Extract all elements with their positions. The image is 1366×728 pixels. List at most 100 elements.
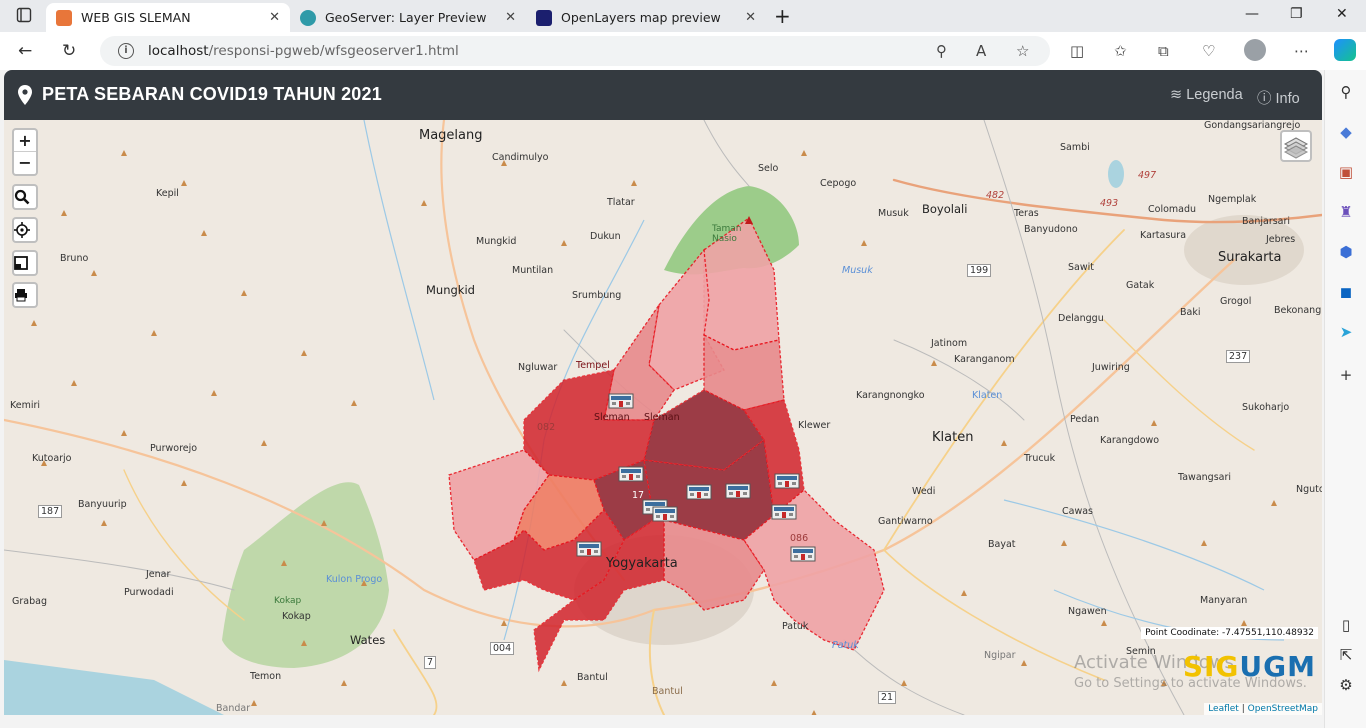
minimap-button[interactable]: [12, 250, 38, 276]
search-icon[interactable]: ⚲: [1336, 82, 1356, 102]
url-field[interactable]: localhost/responsi-pgweb/wfsgeoserver1.h…: [100, 36, 1050, 66]
browser-essentials-icon[interactable]: ♡: [1202, 42, 1215, 60]
tab-favicon-icon: [56, 9, 72, 26]
split-screen-icon[interactable]: ◫: [1070, 42, 1084, 60]
tools-icon[interactable]: ▣: [1336, 162, 1356, 182]
place-label: Ngawen: [1068, 606, 1107, 617]
close-tab-icon[interactable]: ✕: [745, 10, 756, 25]
navbar: PETA SEBARAN COVID19 TAHUN 2021 ≋ Legend…: [4, 70, 1322, 120]
telegram-icon[interactable]: ➤: [1336, 322, 1356, 342]
place-label: Muntilan: [512, 265, 554, 276]
favorite-icon[interactable]: ☆: [1016, 42, 1029, 60]
favorites-icon[interactable]: ✩: [1114, 42, 1127, 60]
legend-link[interactable]: ≋ Legenda: [1170, 87, 1243, 103]
road-number: 7: [424, 656, 437, 669]
profile-avatar[interactable]: [1244, 39, 1266, 61]
layer-switcher-button[interactable]: [1280, 130, 1312, 162]
locate-button[interactable]: [12, 217, 38, 243]
tab-openlayers-preview[interactable]: OpenLayers map preview ✕: [526, 3, 766, 32]
games-icon[interactable]: ♜: [1336, 202, 1356, 222]
place-label: Wates: [350, 633, 386, 647]
place-label: Purwodadi: [124, 587, 174, 598]
place-label: Purworejo: [150, 443, 198, 454]
hospital-marker-icon[interactable]: [652, 505, 678, 522]
settings-icon[interactable]: ⚙: [1336, 675, 1356, 695]
tab-geoserver-layer-preview[interactable]: GeoServer: Layer Preview ✕: [290, 3, 526, 32]
place-label: Cawas: [1062, 506, 1093, 517]
hospital-marker-icon[interactable]: [771, 503, 797, 520]
more-menu-icon[interactable]: ⋯: [1294, 42, 1309, 60]
info-icon: ⓘ: [1257, 91, 1272, 107]
place-label: Ngemplak: [1208, 194, 1257, 205]
place-label: Taman: [712, 224, 742, 234]
hospital-marker-icon[interactable]: [774, 472, 800, 489]
external-icon[interactable]: ⇱: [1336, 645, 1356, 665]
shopping-icon[interactable]: ◆: [1336, 122, 1356, 142]
place-label: Kemiri: [10, 400, 41, 411]
tab-title: OpenLayers map preview: [561, 10, 721, 25]
place-label: Banyuurip: [78, 499, 127, 510]
place-label: Grabag: [12, 596, 47, 607]
zoom-out-button[interactable]: −: [14, 152, 36, 174]
road-number: 493: [1100, 198, 1119, 209]
crosshair-icon: [14, 222, 30, 238]
zoom-icon[interactable]: ⚲: [936, 42, 947, 60]
close-tab-icon[interactable]: ✕: [505, 10, 516, 25]
window-close-icon[interactable]: ✕: [1336, 6, 1348, 22]
attribution-separator: |: [1238, 704, 1248, 714]
read-aloud-icon[interactable]: A: [976, 42, 986, 60]
hospital-marker-icon[interactable]: [686, 483, 712, 500]
place-label: Manyaran: [1200, 595, 1248, 606]
print-button[interactable]: [12, 282, 38, 308]
hospital-marker-icon[interactable]: [576, 540, 602, 557]
hospital-marker-icon[interactable]: [608, 392, 634, 409]
place-label: Gatak: [1126, 280, 1155, 291]
info-label: Info: [1275, 91, 1300, 107]
road-number: 199: [967, 264, 992, 277]
add-sidebar-icon[interactable]: +: [1336, 365, 1356, 385]
place-label: Kokap: [282, 611, 311, 622]
restore-icon[interactable]: ❐: [1290, 6, 1303, 22]
place-label: Kartasura: [1140, 230, 1187, 241]
microsoft365-icon[interactable]: ⬢: [1336, 242, 1356, 262]
road-number: 082: [537, 422, 556, 433]
url-path: /responsi-pgweb/wfsgeoserver1.html: [208, 43, 459, 59]
osm-link[interactable]: OpenStreetMap: [1248, 704, 1318, 714]
back-icon[interactable]: ←: [18, 41, 32, 61]
refresh-icon[interactable]: ↻: [62, 41, 76, 61]
leaflet-link[interactable]: Leaflet: [1208, 704, 1239, 714]
leaflet-map[interactable]: Magelang Candimulyo Selo Cepogo Boyolali…: [4, 120, 1322, 715]
site-info-icon[interactable]: i: [118, 43, 134, 59]
place-label: Karangdowo: [1100, 435, 1160, 446]
search-button[interactable]: [12, 184, 38, 210]
place-label: Colomadu: [1148, 204, 1197, 215]
sig-ugm-logo: SIGUGM: [1183, 650, 1316, 683]
tab-actions-icon[interactable]: [16, 7, 32, 27]
copilot-icon[interactable]: [1334, 39, 1356, 61]
hospital-marker-icon[interactable]: [618, 465, 644, 482]
new-tab-icon[interactable]: +: [774, 4, 791, 28]
page-title: PETA SEBARAN COVID19 TAHUN 2021: [42, 84, 382, 104]
place-label: Karangnongko: [856, 390, 925, 401]
place-label: Boyolali: [922, 202, 968, 216]
place-label: Klaten: [932, 430, 974, 445]
place-label: Jebres: [1266, 234, 1296, 245]
hospital-marker-icon[interactable]: [790, 545, 816, 562]
outlook-icon[interactable]: ◼: [1336, 282, 1356, 302]
collections-icon[interactable]: ⧉: [1158, 42, 1169, 60]
place-label: Banjarsari: [1242, 216, 1291, 227]
place-label: Klaten: [972, 390, 1003, 401]
info-link[interactable]: ⓘ Info: [1257, 87, 1300, 108]
minimize-icon[interactable]: —: [1245, 6, 1259, 22]
place-label: Patuk: [832, 640, 859, 651]
place-label: Magelang: [419, 128, 483, 143]
sidebar-panel-icon[interactable]: ▯: [1336, 615, 1356, 635]
logo-ugm: UGM: [1239, 650, 1316, 683]
close-tab-icon[interactable]: ✕: [269, 10, 280, 25]
place-label: Temon: [250, 671, 282, 682]
zoom-in-button[interactable]: +: [14, 130, 36, 152]
place-label: Bantul: [577, 672, 608, 683]
tab-web-gis-sleman[interactable]: WEB GIS SLEMAN ✕: [46, 3, 290, 32]
hospital-marker-icon[interactable]: [725, 482, 751, 499]
zoom-control: + −: [12, 128, 38, 176]
